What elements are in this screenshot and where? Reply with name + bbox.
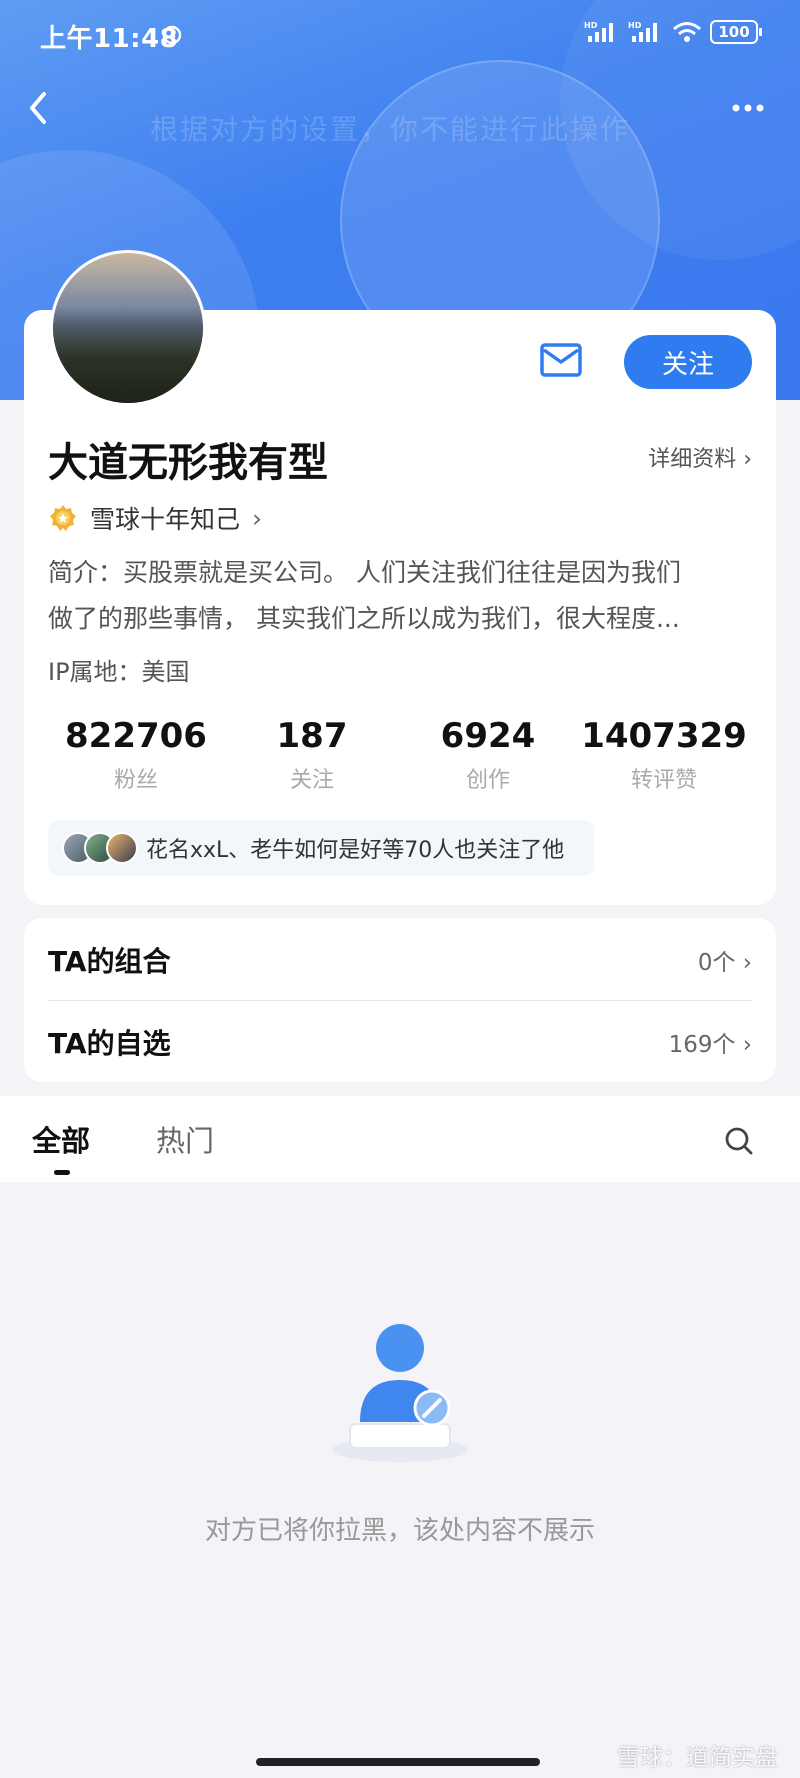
signal-icon: HD (584, 21, 613, 42)
overlay-message: 根据对方的设置，你不能进行此操作 (150, 113, 631, 146)
divider (48, 1000, 752, 1001)
wifi-icon (673, 22, 701, 42)
badge-label: 雪球十年知己 (90, 505, 241, 534)
detail-link[interactable]: 详细资料 › (648, 441, 752, 473)
tab-indicator (54, 1170, 70, 1175)
svg-text:HD: HD (628, 21, 642, 30)
mutual-followers-text: 花名xxL、老牛如何是好等70人也关注了他 (146, 838, 565, 863)
content-tabs: 全部 热门 (0, 1096, 800, 1182)
signal-icon-2: HD (628, 21, 657, 42)
stat-value: 6924 (440, 716, 536, 756)
chevron-right-icon: › (252, 503, 263, 533)
bio-line-2: 做了的那些事情， 其实我们之所以成为我们，很大程度... (48, 604, 680, 633)
stat-label: 粉丝 (113, 768, 158, 793)
bio-line-1: 简介：买股票就是买公司。 人们关注我们往往是因为我们 (48, 558, 681, 587)
portfolio-card: TA的组合 0个 › TA的自选 169个 › (24, 918, 776, 1082)
stat-label: 创作 (465, 768, 510, 793)
combos-label: TA的组合 (48, 945, 171, 978)
profile-name: 大道无形我有型 (48, 440, 328, 486)
stat-interactions[interactable]: 1407329 转评赞 (576, 716, 752, 794)
stat-value: 822706 (65, 716, 207, 756)
alarm-icon (162, 25, 182, 45)
stat-following[interactable]: 187 关注 (224, 716, 400, 794)
home-indicator[interactable] (256, 1758, 540, 1766)
follow-button[interactable]: 关注 (624, 335, 752, 389)
tab-hot[interactable]: 热门 (156, 1118, 214, 1160)
blocked-user-icon (332, 1324, 468, 1462)
mutual-followers[interactable]: 花名xxL、老牛如何是好等70人也关注了他 (48, 820, 594, 876)
status-bar: 上午11:48 HD HD 100 (0, 0, 800, 72)
bio: 简介：买股票就是买公司。 人们关注我们往往是因为我们 做了的那些事情， 其实我们… (48, 550, 748, 642)
combos-row[interactable]: TA的组合 0个 › (48, 920, 752, 1000)
watchlist-label: TA的自选 (48, 1027, 171, 1060)
stats-row: 822706 粉丝 187 关注 6924 创作 1407329 转评赞 (48, 716, 748, 806)
watchlist-value: 169个 › (668, 1032, 752, 1058)
back-icon[interactable] (24, 88, 52, 128)
avatar[interactable] (50, 250, 206, 406)
badge-icon (50, 505, 76, 531)
avatar (106, 832, 138, 864)
stat-label: 关注 (289, 768, 334, 793)
stat-label: 转评赞 (630, 768, 697, 793)
watchlist-row[interactable]: TA的自选 169个 › (48, 1002, 752, 1082)
ip-location: IP属地：美国 (48, 658, 190, 686)
blocked-message: 对方已将你拉黑，该处内容不展示 (204, 1516, 595, 1546)
watermark: 雪球：道简实盘 (617, 1745, 778, 1771)
combos-value: 0个 › (697, 950, 752, 976)
stat-followers[interactable]: 822706 粉丝 (48, 716, 224, 794)
stat-creations[interactable]: 6924 创作 (400, 716, 576, 794)
status-time: 上午11:48 (40, 24, 179, 54)
search-icon[interactable] (724, 1126, 754, 1156)
badge-row[interactable]: 雪球十年知己 › (48, 500, 262, 536)
stat-value: 1407329 (581, 716, 747, 756)
stat-value: 187 (276, 716, 348, 756)
blocked-content-area: 对方已将你拉黑，该处内容不展示 (0, 1182, 800, 1778)
tab-all[interactable]: 全部 (32, 1118, 90, 1160)
more-icon[interactable] (728, 96, 768, 120)
battery-indicator: 100 (710, 20, 762, 44)
svg-text:HD: HD (584, 21, 598, 30)
mail-icon[interactable] (539, 340, 583, 380)
